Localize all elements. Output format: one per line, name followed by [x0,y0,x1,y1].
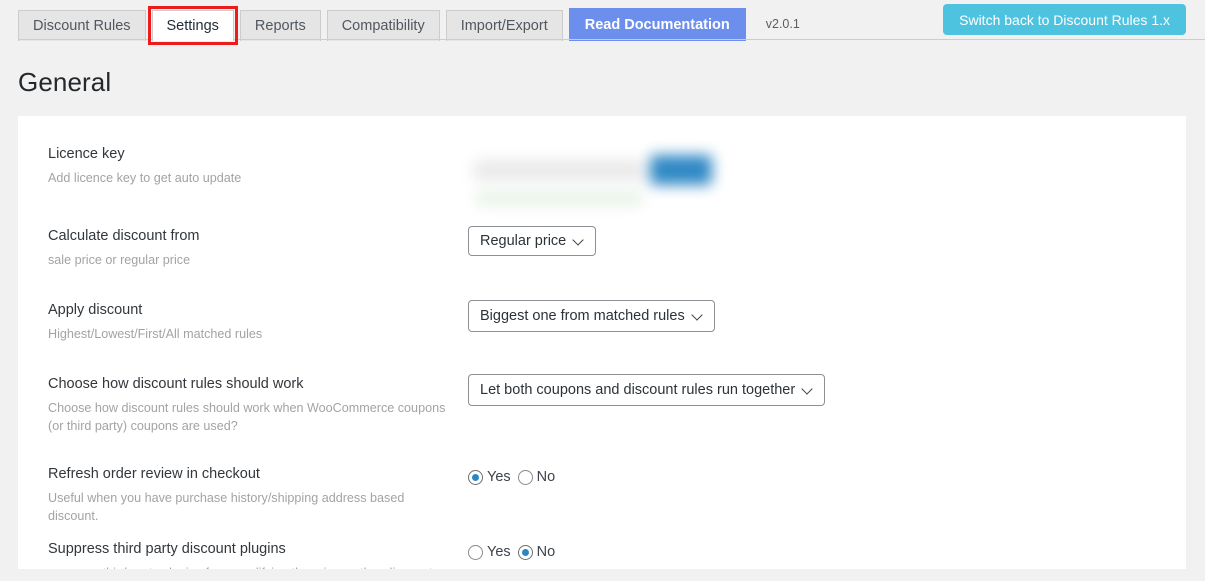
switch-back-button[interactable]: Switch back to Discount Rules 1.x [943,4,1186,35]
licence-key-label: Licence key [48,145,468,165]
suppress-plugins-radio-yes[interactable]: Yes [468,544,511,560]
licence-key-label-group: Licence key Add licence key to get auto … [48,143,468,187]
suppress-plugins-option-no-label: No [537,544,556,560]
refresh-order-review-description: Useful when you have purchase history/sh… [48,489,448,526]
setting-row-calculate-discount-from: Calculate discount from sale price or re… [18,218,1186,292]
licence-key-description: Add licence key to get auto update [48,169,448,187]
refresh-order-review-option-no-label: No [537,469,556,485]
calculate-from-label: Calculate discount from [48,227,468,247]
apply-discount-label-group: Apply discount Highest/Lowest/First/All … [48,299,468,343]
licence-key-status-note [476,192,642,205]
rules-work-label-group: Choose how discount rules should work Ch… [48,373,468,435]
rules-work-select[interactable]: Let both coupons and discount rules run … [468,374,825,406]
refresh-order-review-radio-no[interactable]: No [518,469,556,485]
setting-row-refresh-order-review: Refresh order review in checkout Useful … [18,456,1186,531]
tab-import-export[interactable]: Import/Export [446,10,563,41]
version-label: v2.0.1 [766,17,800,31]
setting-row-suppress-plugins: Suppress third party discount plugins su… [18,531,1186,569]
radio-selected-icon[interactable] [518,545,533,560]
calculate-from-description: sale price or regular price [48,251,448,269]
licence-key-input[interactable] [474,160,644,181]
apply-discount-select[interactable]: Biggest one from matched rules [468,300,715,332]
suppress-plugins-radio-no[interactable]: No [518,544,556,560]
calculate-from-field-group: Regular price [468,225,1174,256]
tab-compatibility[interactable]: Compatibility [327,10,440,41]
rules-work-label: Choose how discount rules should work [48,375,468,395]
setting-row-rules-work: Choose how discount rules should work Ch… [18,366,1186,456]
refresh-order-review-label-group: Refresh order review in checkout Useful … [48,463,468,525]
setting-row-licence-key: Licence key Add licence key to get auto … [18,132,1186,218]
apply-discount-description: Highest/Lowest/First/All matched rules [48,325,448,343]
suppress-plugins-option-yes-label: Yes [487,544,511,560]
rules-work-field-group: Let both coupons and discount rules run … [468,373,1174,406]
apply-discount-selected-value: Biggest one from matched rules [480,308,685,324]
chevron-down-icon [803,384,814,395]
radio-selected-icon[interactable] [468,470,483,485]
page-title: General [0,40,1205,116]
licence-key-field-group [468,143,1174,216]
radio-unselected-icon[interactable] [518,470,533,485]
settings-card: Licence key Add licence key to get auto … [18,116,1186,569]
rules-work-selected-value: Let both coupons and discount rules run … [480,382,795,398]
apply-discount-label: Apply discount [48,301,468,321]
calculate-from-selected-value: Regular price [480,233,566,249]
calculate-from-label-group: Calculate discount from sale price or re… [48,225,468,269]
refresh-order-review-label: Refresh order review in checkout [48,465,468,485]
rules-work-description: Choose how discount rules should work wh… [48,399,448,436]
setting-row-apply-discount: Apply discount Highest/Lowest/First/All … [18,292,1186,366]
refresh-order-review-radio-yes[interactable]: Yes [468,469,511,485]
tab-settings[interactable]: Settings [152,10,234,41]
apply-discount-field-group: Biggest one from matched rules [468,299,1174,332]
refresh-order-review-field-group: Yes No [468,463,1174,485]
licence-key-activate-button[interactable] [650,155,712,185]
radio-unselected-icon[interactable] [468,545,483,560]
suppress-plugins-label-group: Suppress third party discount plugins su… [48,538,468,569]
calculate-from-select[interactable]: Regular price [468,226,596,256]
licence-key-blurred-region [468,140,730,216]
tab-bar: Discount Rules Settings Reports Compatib… [0,0,1205,40]
refresh-order-review-radio-group: Yes No [468,464,1174,485]
chevron-down-icon [574,235,585,246]
refresh-order-review-option-yes-label: Yes [487,469,511,485]
suppress-plugins-radio-group: Yes No [468,539,1174,560]
chevron-down-icon [693,310,704,321]
tab-read-documentation[interactable]: Read Documentation [569,8,746,41]
suppress-plugins-description: suppress third party plugins from modify… [48,564,448,569]
suppress-plugins-label: Suppress third party discount plugins [48,540,468,560]
suppress-plugins-field-group: Yes No [468,538,1174,560]
tab-reports[interactable]: Reports [240,10,321,41]
tab-discount-rules[interactable]: Discount Rules [18,10,146,41]
